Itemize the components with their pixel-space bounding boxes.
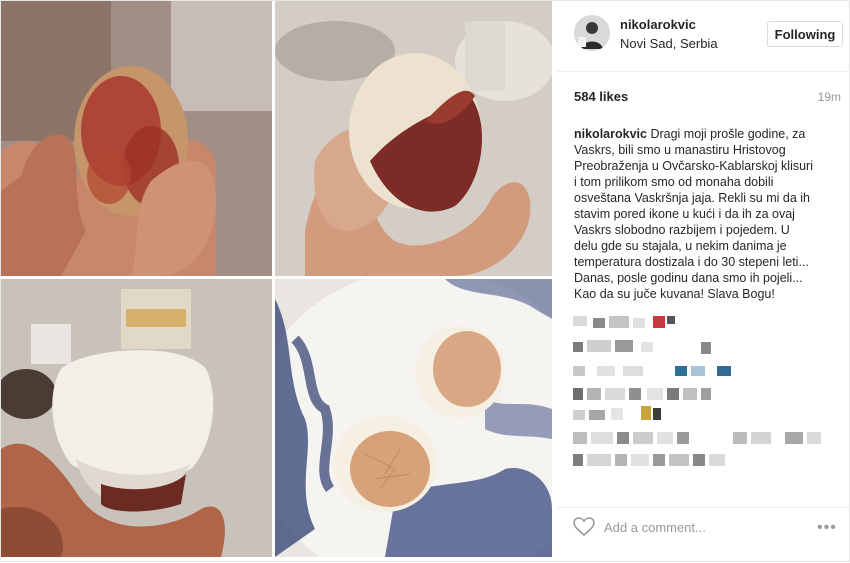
pixelated-comment-block <box>609 316 629 328</box>
following-button[interactable]: Following <box>767 21 843 47</box>
pixelated-comment-block <box>751 432 771 444</box>
pixelated-comment-block <box>633 318 645 328</box>
pixelated-comment-block <box>611 408 623 420</box>
post-side-panel: nikolarokvic Novi Sad, Serbia Following … <box>557 1 850 563</box>
pixelated-comment-block <box>573 342 583 352</box>
pixelated-comment-block <box>573 410 585 420</box>
post-photo-collage[interactable] <box>1 1 552 557</box>
pixelated-comment-block <box>691 366 705 376</box>
pixelated-comment-block <box>587 340 611 352</box>
caption-line: stavim pored ikone u kući i da ih za ova… <box>574 207 795 221</box>
pixelated-comment-block <box>593 318 605 328</box>
pixelated-comment-block <box>641 406 651 420</box>
pixelated-comment-block <box>615 454 627 466</box>
more-options-icon[interactable]: ••• <box>817 519 837 537</box>
pixelated-comment-block <box>653 408 661 420</box>
pixelated-comment-block <box>675 366 687 376</box>
post-header: nikolarokvic Novi Sad, Serbia Following <box>557 1 850 72</box>
pixelated-comment-block <box>597 366 615 376</box>
pixelated-comment-block <box>647 388 663 400</box>
heart-icon[interactable] <box>573 517 595 542</box>
pixelated-comment-block <box>573 454 583 466</box>
photo-tile-4 <box>275 279 552 557</box>
header-username[interactable]: nikolarokvic <box>620 17 696 32</box>
pixelated-comment-block <box>667 316 675 324</box>
caption-line: Danas, posle godinu dana smo ih pojeli..… <box>574 271 803 285</box>
post-caption: nikolarokvic Dragi moji prošle godine, z… <box>574 126 844 302</box>
instagram-post-window: nikolarokvic Novi Sad, Serbia Following … <box>0 0 850 562</box>
pixelated-comment-block <box>573 366 585 376</box>
pixelated-comment-block <box>573 432 587 444</box>
avatar[interactable] <box>574 15 610 51</box>
pixelated-comment-block <box>667 388 679 400</box>
pixelated-comment-block <box>573 388 583 400</box>
pixelated-comment-block <box>587 388 601 400</box>
pixelated-comment-block <box>653 316 665 328</box>
pixelated-comment-block <box>573 316 587 326</box>
pixelated-comment-block <box>633 432 653 444</box>
pixelated-comment-block <box>807 432 821 444</box>
caption-line: delu gde su stajala, u nekim danima je <box>574 239 787 253</box>
photo-tile-1 <box>1 1 272 276</box>
caption-line: Dragi moji prošle godine, za <box>650 127 806 141</box>
pixelated-comment-block <box>677 432 689 444</box>
pixelated-comment-block <box>717 366 731 376</box>
comment-footer: Add a comment... ••• <box>557 507 850 548</box>
header-location[interactable]: Novi Sad, Serbia <box>620 36 718 51</box>
add-comment-input[interactable]: Add a comment... <box>604 520 706 535</box>
pixelated-comment-block <box>683 388 697 400</box>
caption-line: temperatura dostizala i do 30 stepeni le… <box>574 255 809 269</box>
pixelated-comment-block <box>641 342 653 352</box>
pixelated-comment-block <box>785 432 803 444</box>
pixelated-comment-block <box>631 454 649 466</box>
pixelated-comment-block <box>657 432 673 444</box>
pixelated-comment-block <box>589 410 605 420</box>
pixelated-comment-block <box>605 388 625 400</box>
caption-line: Vaskrs, bili smo u manastiru Hristovog <box>574 143 786 157</box>
caption-line: Vaskrs slobodno razbijem i pojedem. U <box>574 223 790 237</box>
caption-username[interactable]: nikolarokvic <box>574 127 647 141</box>
caption-line: osveštana Vaskršnja jaja. Rekli su mi da… <box>574 191 810 205</box>
pixelated-comment-block <box>709 454 725 466</box>
photo-tile-3 <box>1 279 272 557</box>
caption-line: Preobraženja u Ovčarsko-Kablarskoj klisu… <box>574 159 813 173</box>
pixelated-comment-block <box>733 432 747 444</box>
pixelated-comment-block <box>629 388 641 400</box>
pixelated-comment-block <box>617 432 629 444</box>
pixelated-comment-block <box>615 340 633 352</box>
likes-count[interactable]: 584 likes <box>574 89 628 104</box>
post-timestamp[interactable]: 19m <box>818 90 841 104</box>
pixelated-comment-block <box>587 454 611 466</box>
pixelated-comment-block <box>693 454 705 466</box>
pixelated-comment-block <box>591 432 613 444</box>
photo-tile-2 <box>275 1 552 276</box>
pixelated-comment-block <box>701 342 711 354</box>
caption-line: Kao da su juče kuvana! Slava Bogu! <box>574 287 775 301</box>
pixelated-comment-block <box>623 366 643 376</box>
pixelated-comment-block <box>653 454 665 466</box>
pixelated-comments <box>571 314 841 494</box>
pixelated-comment-block <box>669 454 689 466</box>
pixelated-comment-block <box>701 388 711 400</box>
caption-line: i tom prilikom smo od monaha dobili <box>574 175 774 189</box>
